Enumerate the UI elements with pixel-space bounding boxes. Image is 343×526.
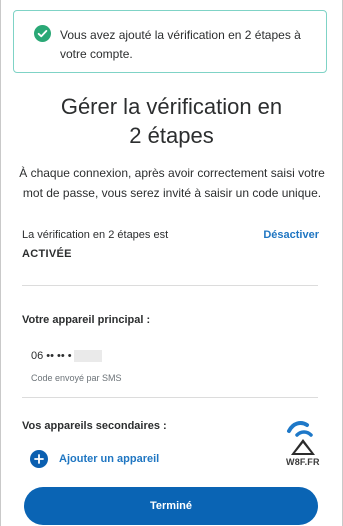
secondary-devices-heading: Vos appareils secondaires : — [22, 420, 167, 432]
divider — [22, 285, 318, 286]
status-label: La vérification en 2 étapes est — [22, 229, 169, 241]
primary-device-note: Code envoyé par SMS — [31, 373, 122, 383]
done-button[interactable]: Terminé — [24, 487, 318, 525]
status-value: ACTIVÉE — [22, 248, 72, 260]
check-circle-icon — [34, 25, 51, 42]
plus-circle-icon — [30, 450, 48, 468]
watermark-text: W8F.FR — [286, 457, 320, 467]
divider — [22, 397, 318, 398]
title-line-2: 2 étapes — [129, 123, 214, 148]
success-alert: Vous avez ajouté la vérification en 2 ét… — [13, 10, 327, 73]
primary-device-heading: Votre appareil principal : — [22, 314, 151, 326]
phone-mask — [73, 350, 102, 363]
page-title: Gérer la vérification en 2 étapes — [0, 92, 343, 150]
phone-number: 06 •• •• • — [31, 350, 72, 362]
disable-link[interactable]: Désactiver — [263, 229, 319, 241]
page-description: À chaque connexion, après avoir correcte… — [19, 166, 325, 200]
alert-message: Vous avez ajouté la vérification en 2 ét… — [60, 28, 301, 61]
primary-device-number: 06 •• •• • — [31, 350, 102, 363]
add-device-label: Ajouter un appareil — [59, 453, 160, 465]
title-line-1: Gérer la vérification en — [60, 94, 283, 119]
add-device-button[interactable]: Ajouter un appareil — [30, 449, 159, 469]
